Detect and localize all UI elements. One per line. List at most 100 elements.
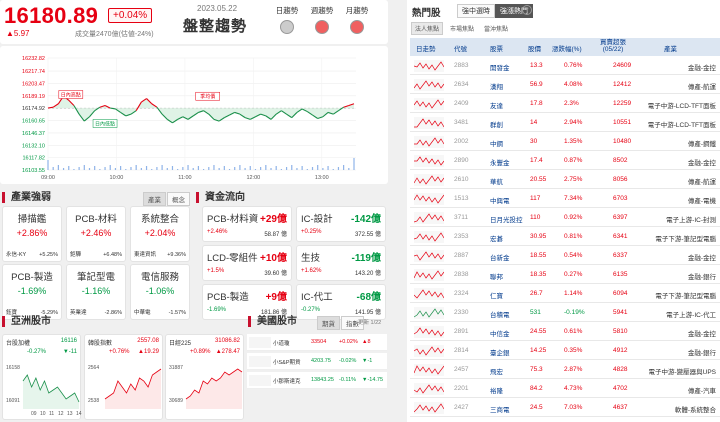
subtab-market[interactable]: 市場焦點: [447, 23, 477, 34]
asia-mini-chart[interactable]: 台股加權 16116 -0.27% ▼-11 16158 16091 09 10 11 12 13 1…: [2, 334, 82, 420]
col-industry: 產業: [664, 46, 677, 53]
row-code[interactable]: 2610: [454, 176, 468, 183]
table-row[interactable]: 2610 華航 20.55 2.75% 8056 傳產-航運: [410, 171, 720, 189]
row-code[interactable]: 2201: [454, 385, 468, 392]
row-code[interactable]: 2883: [454, 62, 468, 69]
subtab-institutional[interactable]: 法人焦點: [411, 22, 444, 35]
industry-box[interactable]: PCB-材料 +2.46% 鉅驊 +6.48%: [66, 206, 126, 262]
subtab-daytrade[interactable]: 當沖焦點: [481, 23, 511, 34]
table-row[interactable]: 2409 友達 17.8 2.3% 12259 電子中游-LCD-TFT面板: [410, 95, 720, 113]
table-row[interactable]: 2838 聯邦 18.35 0.27% 6135 金融-銀行: [410, 266, 720, 284]
fund-box[interactable]: LCD-零組件 +10億 +1.5% 39.60 億: [202, 245, 292, 281]
row-code[interactable]: 2457: [454, 366, 468, 373]
row-code[interactable]: 2890: [454, 157, 468, 164]
row-name[interactable]: 友達: [490, 100, 503, 110]
us-tab-futures[interactable]: 期貨: [317, 316, 340, 330]
fund-pct: -1.69%: [207, 307, 227, 313]
row-name[interactable]: 三商電: [490, 404, 510, 414]
industry-tab-concept[interactable]: 概念: [167, 192, 190, 206]
row-name[interactable]: 飛宏: [490, 366, 503, 376]
row-name[interactable]: 臺企銀: [490, 347, 510, 357]
row-industry: 電子上游-IC-代工: [666, 312, 716, 319]
hot-tab-select[interactable]: 強中選時: [457, 4, 495, 18]
row-name[interactable]: 裕隆: [490, 385, 503, 395]
row-code[interactable]: 2891: [454, 328, 468, 335]
row-code[interactable]: 2634: [454, 81, 468, 88]
row-name[interactable]: 仁寶: [490, 290, 503, 300]
table-row[interactable]: 2324 仁寶 26.7 1.14% 6094 電子下游-筆記型電腦: [410, 285, 720, 303]
row-netbuy: 4637: [613, 404, 628, 411]
row-price: 56.9: [530, 81, 543, 88]
row-name[interactable]: 宏碁: [490, 233, 503, 243]
table-row[interactable]: 2887 台新金 18.55 0.54% 6337 金融-金控: [410, 247, 720, 265]
table-row[interactable]: 2883 開發金 13.3 0.76% 24609 金融-金控: [410, 57, 720, 75]
row-name[interactable]: 華航: [490, 176, 503, 186]
table-row[interactable]: 1513 中興電 117 7.34% 6703 傳產-電機: [410, 190, 720, 208]
row-sparkline-icon: [413, 79, 445, 91]
row-code[interactable]: 2427: [454, 404, 468, 411]
row-code[interactable]: 2330: [454, 309, 468, 316]
row-code[interactable]: 3711: [454, 214, 468, 221]
row-name[interactable]: 中信金: [490, 328, 510, 338]
fund-box[interactable]: PCB-製造 +9億 -1.69% 181.86 億: [202, 284, 292, 320]
row-code[interactable]: 2409: [454, 100, 468, 107]
row-name[interactable]: 聯邦: [490, 271, 503, 281]
row-name[interactable]: 日月光投控: [490, 214, 523, 224]
row-name[interactable]: 台積電: [490, 309, 510, 319]
row-code[interactable]: 2838: [454, 271, 468, 278]
row-code[interactable]: 2324: [454, 290, 468, 297]
us-index-row[interactable]: 小S&P期貨 4203.75 -0.02% ▼-1: [247, 353, 387, 370]
us-index-row[interactable]: 小那斯達克 13843.25 -0.11% ▼-14.75: [247, 372, 387, 389]
asia-x-tick: 10: [40, 411, 46, 417]
table-row[interactable]: 2201 裕隆 84.2 4.73% 4702 傳產-汽車: [410, 380, 720, 398]
row-code[interactable]: 2814: [454, 347, 468, 354]
row-name[interactable]: 中鋼: [490, 138, 503, 148]
table-row[interactable]: 2330 台積電 531 -0.19% 5941 電子上游-IC-代工: [410, 304, 720, 322]
asia-mini-chart[interactable]: 韓股指數 2557.08 +0.76% ▲19.29 2564 2538: [84, 334, 163, 420]
row-code[interactable]: 2887: [454, 252, 468, 259]
table-row[interactable]: 2002 中鋼 30 1.35% 10480 傳產-鋼鐵: [410, 133, 720, 151]
intraday-chart: 16232.82 16217.74 16203.47 16189.19 16174.92…: [22, 56, 356, 181]
industry-tab-industry[interactable]: 產業: [143, 192, 166, 206]
table-row[interactable]: 2890 永豐金 17.4 0.87% 8502 金融-金控: [410, 152, 720, 170]
industry-box[interactable]: 掃描鑑 +2.86% 永信-KY +5.25%: [2, 206, 62, 262]
us-index-name: 小那斯達克: [273, 379, 301, 385]
fund-box[interactable]: IC-設計 -142億 +0.25% 372.55 億: [296, 206, 386, 242]
industry-box[interactable]: PCB-製造 -1.69% 鈺寶 -5.29%: [2, 264, 62, 320]
fund-pct: +2.46%: [207, 229, 228, 235]
help-icon[interactable]: ?: [522, 5, 532, 15]
trend-monthly[interactable]: 月趨勢: [340, 5, 374, 34]
table-row[interactable]: 2353 宏碁 30.95 0.81% 6341 電子下游-筆記型電腦: [410, 228, 720, 246]
table-row[interactable]: 2457 飛宏 75.3 2.87% 4828 電子中游-變壓器與UPS: [410, 361, 720, 379]
table-row[interactable]: 2634 漢翔 56.9 4.08% 12412 傳產-航運: [410, 76, 720, 94]
table-row[interactable]: 3711 日月光投控 110 0.92% 6397 電子上游-IC-封測: [410, 209, 720, 227]
row-code[interactable]: 2353: [454, 233, 468, 240]
fund-box[interactable]: PCB-材料資 +29億 +2.46% 58.87 億: [202, 206, 292, 242]
row-code[interactable]: 1513: [454, 195, 468, 202]
row-name[interactable]: 群創: [490, 119, 503, 129]
asia-mini-chart[interactable]: 日經225 31086.82 +0.89% ▲278.47 31887 30689: [165, 334, 244, 420]
row-name[interactable]: 永豐金: [490, 157, 510, 167]
table-row[interactable]: 2427 三商電 24.5 7.03% 4637 軟體-系統整合: [410, 399, 720, 417]
fund-box[interactable]: IC-代工 -68億 -0.27% 141.95 億: [296, 284, 386, 320]
industry-box[interactable]: 系統整合 +2.04% 東達資訊 +9.36%: [130, 206, 190, 262]
table-row[interactable]: 2814 臺企銀 14.25 0.35% 4912 金融-銀行: [410, 342, 720, 360]
volume-bar: [114, 168, 117, 170]
trend-daily[interactable]: 日趨勢: [270, 5, 304, 34]
row-code[interactable]: 3481: [454, 119, 468, 126]
row-name[interactable]: 台新金: [490, 252, 510, 262]
table-row[interactable]: 2891 中信金 24.55 0.61% 5810 金融-金控: [410, 323, 720, 341]
row-name[interactable]: 中興電: [490, 195, 510, 205]
industry-box[interactable]: 電信服務 -1.06% 中華電 -1.57%: [130, 264, 190, 320]
table-row[interactable]: 3481 群創 14 2.94% 10551 電子中游-LCD-TFT面板: [410, 114, 720, 132]
us-index-row[interactable]: 小道瓊 33504 +0.02% ▲8: [247, 334, 387, 351]
row-name[interactable]: 漢翔: [490, 81, 503, 91]
trend-weekly[interactable]: 週趨勢: [305, 5, 339, 34]
fund-box[interactable]: 生技 -119億 +1.62% 143.20 億: [296, 245, 386, 281]
asia-x-tick: 09: [31, 411, 37, 417]
row-netbuy: 6094: [613, 290, 628, 297]
row-code[interactable]: 2002: [454, 138, 468, 145]
volume-bar: [47, 160, 49, 170]
row-name[interactable]: 開發金: [490, 62, 510, 72]
industry-box[interactable]: 筆記型電 -1.16% 英業達 -2.86%: [66, 264, 126, 320]
